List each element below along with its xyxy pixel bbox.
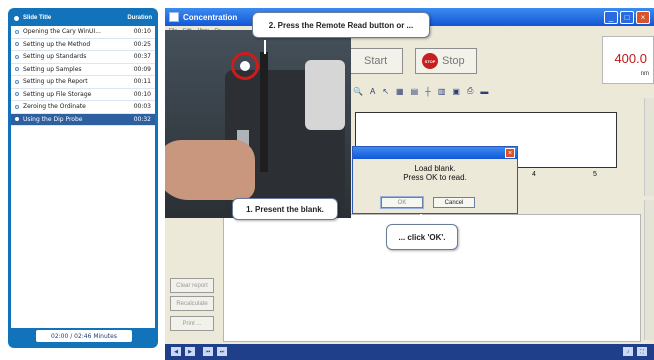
rewind-button[interactable]: ◀ bbox=[171, 347, 181, 356]
playback-time: 02:00 / 02:46 Minutes bbox=[36, 330, 132, 342]
minimize-button[interactable]: _ bbox=[604, 10, 618, 24]
slide-item[interactable]: Setting up Samples 00:09 bbox=[11, 64, 155, 76]
text-tool-icon[interactable]: A bbox=[370, 87, 375, 96]
table-icon[interactable]: ▣ bbox=[452, 87, 460, 96]
step2-callout: 2. Press the Remote Read button or ... bbox=[252, 12, 430, 38]
bullet-icon bbox=[15, 92, 19, 97]
readout-value: 400.0 bbox=[614, 51, 647, 66]
stop-sign-icon: STOP bbox=[422, 53, 438, 69]
stop-button[interactable]: STOP Stop bbox=[415, 48, 477, 74]
clear-report-button[interactable]: Clear report bbox=[170, 278, 214, 293]
click-ok-callout: ... click 'OK'. bbox=[386, 224, 458, 250]
slide-item-title: Setting up Samples bbox=[23, 65, 82, 73]
remote-read-button[interactable] bbox=[240, 61, 250, 71]
ok-button[interactable]: OK bbox=[380, 196, 424, 209]
instrument-housing bbox=[305, 60, 345, 130]
slide-item-title: Setting up the Report bbox=[23, 78, 88, 86]
cancel-button[interactable]: Cancel bbox=[433, 197, 475, 208]
slide-item-title: Zeroing the Ordinate bbox=[23, 103, 86, 111]
app-icon bbox=[169, 12, 179, 22]
recalculate-button[interactable]: Recalculate bbox=[170, 296, 214, 311]
start-button[interactable]: Start bbox=[345, 48, 403, 74]
print-report-button[interactable]: Print ... bbox=[170, 316, 214, 331]
slide-list: Opening the Cary WinUI... 00:10 Setting u… bbox=[11, 26, 155, 328]
slide-item-title: Setting up the Method bbox=[23, 40, 91, 48]
slide-item[interactable]: Setting up File Storage 00:10 bbox=[11, 89, 155, 101]
player-controls: ◀ ▶ ⏮ ⏭ ♪ ⛶ bbox=[165, 344, 654, 360]
duration-header: Duration bbox=[127, 15, 152, 21]
dialog-line1: Load blank. bbox=[414, 164, 456, 173]
slide-item-duration: 00:37 bbox=[133, 53, 151, 61]
dialog-message: Load blank. Press OK to read. bbox=[353, 164, 517, 182]
play-button[interactable]: ▶ bbox=[185, 347, 195, 356]
slide-item-duration: 00:09 bbox=[133, 65, 151, 73]
save-icon[interactable]: ▬ bbox=[480, 87, 488, 96]
cursor-icon[interactable]: ↖ bbox=[382, 87, 389, 96]
close-button[interactable]: × bbox=[636, 10, 650, 24]
zoom-icon[interactable]: 🔍 bbox=[353, 87, 363, 96]
wavelength-readout: 400.0 nm bbox=[602, 36, 654, 84]
graph-scrollbar[interactable] bbox=[644, 98, 654, 196]
slide-panel: Slide Title Duration Opening the Cary Wi… bbox=[8, 8, 158, 348]
slide-item[interactable]: Zeroing the Ordinate 00:03 bbox=[11, 101, 155, 114]
dialog-line2: Press OK to read. bbox=[403, 173, 467, 182]
bullet-icon bbox=[15, 104, 19, 109]
prev-button[interactable]: ⏮ bbox=[203, 347, 213, 356]
axis-icon[interactable]: ┼ bbox=[425, 87, 431, 96]
step2-text: 2. Press the Remote Read button or ... bbox=[268, 20, 414, 30]
bullet-icon bbox=[15, 79, 19, 84]
report-scrollbar[interactable] bbox=[644, 200, 654, 340]
step1-callout: 1. Present the blank. bbox=[232, 198, 338, 220]
print-icon[interactable]: ⎙ bbox=[467, 86, 473, 96]
screen: Slide Title Duration Opening the Cary Wi… bbox=[0, 0, 654, 360]
stop-label: Stop bbox=[442, 55, 465, 67]
slide-item-title: Setting up Standards bbox=[23, 53, 87, 61]
remote-read-button-highlight[interactable] bbox=[231, 52, 259, 80]
next-button[interactable]: ⏭ bbox=[217, 347, 227, 356]
bullet-icon bbox=[15, 117, 19, 122]
fullscreen-button[interactable]: ⛶ bbox=[637, 347, 647, 356]
slide-item-duration: 00:32 bbox=[133, 115, 151, 123]
slide-item-duration: 00:03 bbox=[133, 103, 151, 111]
maximize-button[interactable]: □ bbox=[620, 10, 634, 24]
callout-stem bbox=[264, 40, 266, 54]
slide-item-duration: 00:11 bbox=[133, 78, 151, 86]
instrument-photo bbox=[165, 30, 351, 218]
header-dot-icon bbox=[14, 15, 19, 21]
slide-item-title: Setting up File Storage bbox=[23, 90, 92, 98]
slide-item-title: Opening the Cary WinUI... bbox=[23, 28, 101, 36]
dialog-buttons: OK Cancel bbox=[380, 196, 475, 209]
dialog-close-button[interactable]: × bbox=[505, 148, 515, 158]
slide-header: Slide Title Duration bbox=[11, 12, 155, 24]
slide-item-duration: 00:10 bbox=[133, 28, 151, 36]
slide-item[interactable]: Opening the Cary WinUI... 00:10 bbox=[11, 26, 155, 39]
graph-icon[interactable]: ▦ bbox=[396, 87, 404, 96]
slide-item-duration: 00:25 bbox=[133, 40, 151, 48]
scale-icon[interactable]: ▤ bbox=[411, 87, 419, 96]
slide-item-duration: 00:10 bbox=[133, 90, 151, 98]
bullet-icon bbox=[15, 29, 19, 34]
slide-item[interactable]: Setting up Standards 00:37 bbox=[11, 51, 155, 64]
chart-icon[interactable]: ▥ bbox=[438, 87, 446, 96]
slide-item-title: Using the Dip Probe bbox=[23, 115, 83, 123]
bullet-icon bbox=[15, 42, 19, 47]
bullet-icon bbox=[15, 67, 19, 72]
hand bbox=[165, 140, 255, 200]
volume-button[interactable]: ♪ bbox=[623, 347, 633, 356]
slide-item-active[interactable]: Using the Dip Probe 00:32 bbox=[11, 113, 155, 126]
dip-probe bbox=[260, 52, 268, 172]
slide-item[interactable]: Setting up the Method 00:25 bbox=[11, 39, 155, 51]
slide-item[interactable]: Setting up the Report 00:11 bbox=[11, 76, 155, 89]
bullet-icon bbox=[15, 54, 19, 59]
slide-title-header: Slide Title bbox=[23, 15, 52, 21]
x-tick-label: 5 bbox=[593, 171, 597, 178]
step1-text: 1. Present the blank. bbox=[246, 204, 324, 214]
click-ok-text: ... click 'OK'. bbox=[398, 232, 446, 242]
start-label: Start bbox=[364, 55, 388, 67]
readout-unit: nm bbox=[640, 71, 649, 77]
dialog-title-bar: × bbox=[353, 147, 517, 159]
x-tick-label: 4 bbox=[532, 171, 536, 178]
load-blank-dialog: × Load blank. Press OK to read. OK Cance… bbox=[352, 146, 518, 214]
